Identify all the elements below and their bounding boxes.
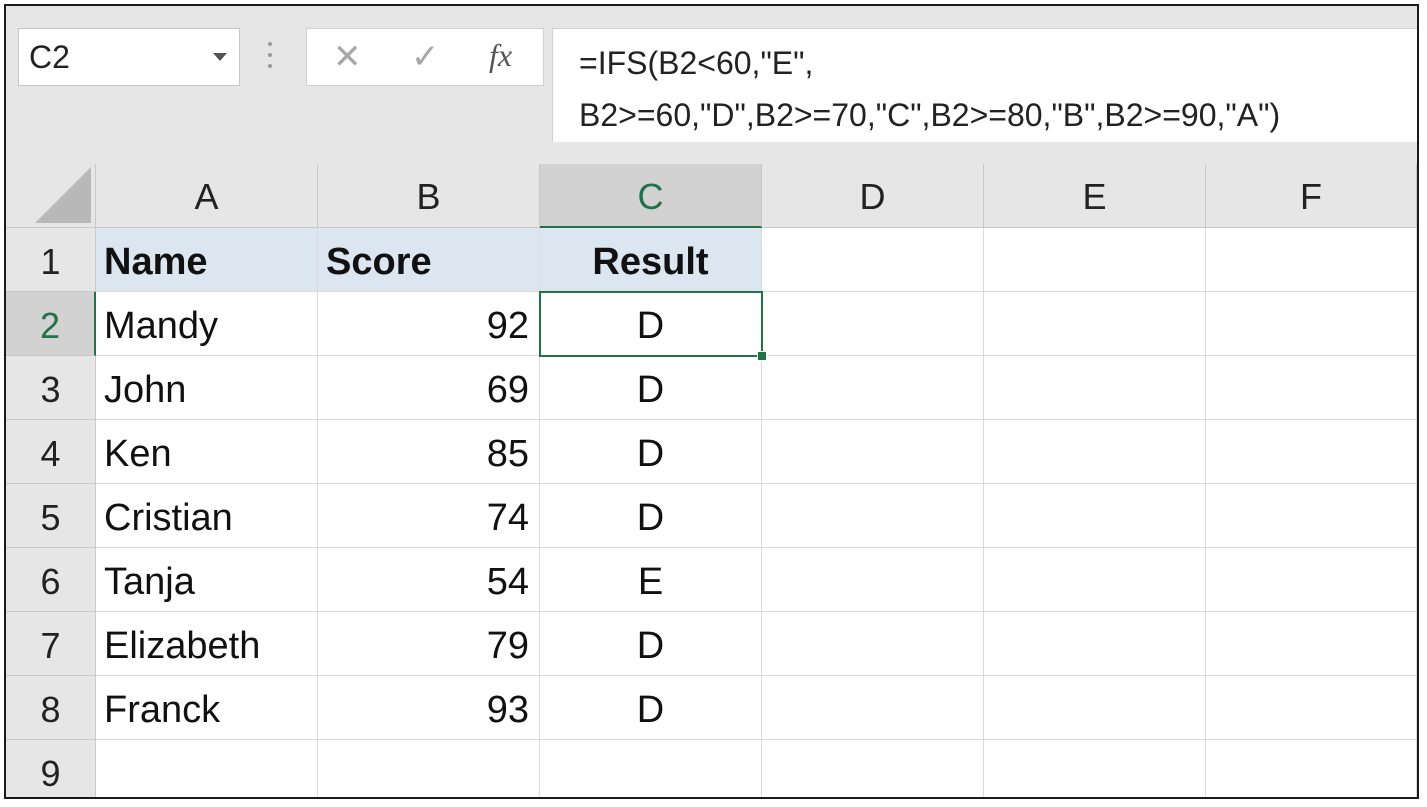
- select-all-icon: [35, 167, 91, 223]
- row-header-5[interactable]: 5: [6, 484, 96, 548]
- cell-f7[interactable]: [1206, 612, 1417, 676]
- row-header-2[interactable]: 2: [6, 292, 96, 356]
- cell-a5[interactable]: Cristian: [96, 484, 318, 548]
- cell-e8[interactable]: [984, 676, 1206, 740]
- cell-f3[interactable]: [1206, 356, 1417, 420]
- row-header-8[interactable]: 8: [6, 676, 96, 740]
- row-header-4[interactable]: 4: [6, 420, 96, 484]
- cell-c4[interactable]: D: [540, 420, 762, 484]
- cell-e7[interactable]: [984, 612, 1206, 676]
- cancel-icon[interactable]: ✕: [333, 37, 362, 77]
- cell-b9[interactable]: [318, 740, 540, 797]
- cell-b5[interactable]: 74: [318, 484, 540, 548]
- cell-f9[interactable]: [1206, 740, 1417, 797]
- formula-bar-area: C2 ✕ ✓ fx =IFS(B2<60,"E", B2>=60,"D",B2>…: [6, 6, 1417, 164]
- cell-b2[interactable]: 92: [318, 292, 540, 356]
- chevron-down-icon[interactable]: [213, 53, 227, 61]
- column-header-a[interactable]: A: [96, 164, 318, 228]
- cell-e5[interactable]: [984, 484, 1206, 548]
- cell-d7[interactable]: [762, 612, 984, 676]
- cell-c3[interactable]: D: [540, 356, 762, 420]
- cell-a2[interactable]: Mandy: [96, 292, 318, 356]
- cell-f2[interactable]: [1206, 292, 1417, 356]
- fill-handle[interactable]: [757, 351, 767, 361]
- cell-d5[interactable]: [762, 484, 984, 548]
- cell-e6[interactable]: [984, 548, 1206, 612]
- row-header-7[interactable]: 7: [6, 612, 96, 676]
- cell-c8[interactable]: D: [540, 676, 762, 740]
- cell-d1[interactable]: [762, 228, 984, 292]
- cell-b1[interactable]: Score: [318, 228, 540, 292]
- cell-d2[interactable]: [762, 292, 984, 356]
- spreadsheet-window: C2 ✕ ✓ fx =IFS(B2<60,"E", B2>=60,"D",B2>…: [4, 4, 1419, 799]
- cell-c1[interactable]: Result: [540, 228, 762, 292]
- cell-f5[interactable]: [1206, 484, 1417, 548]
- cell-d4[interactable]: [762, 420, 984, 484]
- formula-text-line-1: =IFS(B2<60,"E",: [579, 45, 814, 81]
- grip-icon[interactable]: [268, 42, 272, 72]
- cell-a4[interactable]: Ken: [96, 420, 318, 484]
- cell-b4[interactable]: 85: [318, 420, 540, 484]
- cell-b8[interactable]: 93: [318, 676, 540, 740]
- cell-e2[interactable]: [984, 292, 1206, 356]
- name-box[interactable]: C2: [18, 28, 240, 86]
- cell-b3[interactable]: 69: [318, 356, 540, 420]
- cell-a1[interactable]: Name: [96, 228, 318, 292]
- cell-d6[interactable]: [762, 548, 984, 612]
- row-header-3[interactable]: 3: [6, 356, 96, 420]
- cell-f4[interactable]: [1206, 420, 1417, 484]
- cell-b6[interactable]: 54: [318, 548, 540, 612]
- column-header-f[interactable]: F: [1206, 164, 1417, 228]
- select-all-button[interactable]: [6, 164, 96, 228]
- name-box-value: C2: [29, 39, 70, 75]
- enter-icon[interactable]: ✓: [411, 37, 440, 77]
- cell-c6[interactable]: E: [540, 548, 762, 612]
- formula-input[interactable]: =IFS(B2<60,"E", B2>=60,"D",B2>=70,"C",B2…: [552, 28, 1417, 142]
- column-header-e[interactable]: E: [984, 164, 1206, 228]
- row-header-9[interactable]: 9: [6, 740, 96, 797]
- cell-e9[interactable]: [984, 740, 1206, 797]
- formula-buttons: ✕ ✓ fx: [306, 28, 544, 86]
- column-header-c[interactable]: C: [540, 164, 762, 228]
- worksheet-grid: A B C D E F 1 Name Score Result 2 Mandy 92 D 3 John 69 D 4…: [6, 164, 1417, 797]
- formula-text-line-2: B2>=60,"D",B2>=70,"C",B2>=80,"B",B2>=90,…: [579, 97, 1281, 133]
- cell-d8[interactable]: [762, 676, 984, 740]
- cell-a6[interactable]: Tanja: [96, 548, 318, 612]
- cell-d9[interactable]: [762, 740, 984, 797]
- cell-a3[interactable]: John: [96, 356, 318, 420]
- cell-b7[interactable]: 79: [318, 612, 540, 676]
- cell-f6[interactable]: [1206, 548, 1417, 612]
- cell-e1[interactable]: [984, 228, 1206, 292]
- cell-d3[interactable]: [762, 356, 984, 420]
- cell-e3[interactable]: [984, 356, 1206, 420]
- row-header-6[interactable]: 6: [6, 548, 96, 612]
- cell-a7[interactable]: Elizabeth: [96, 612, 318, 676]
- cell-c7[interactable]: D: [540, 612, 762, 676]
- cell-c5[interactable]: D: [540, 484, 762, 548]
- column-header-b[interactable]: B: [318, 164, 540, 228]
- cell-c2[interactable]: D: [540, 292, 762, 356]
- cell-f1[interactable]: [1206, 228, 1417, 292]
- column-header-d[interactable]: D: [762, 164, 984, 228]
- insert-function-icon[interactable]: fx: [489, 37, 512, 74]
- cell-f8[interactable]: [1206, 676, 1417, 740]
- cell-a8[interactable]: Franck: [96, 676, 318, 740]
- cell-c9[interactable]: [540, 740, 762, 797]
- row-header-1[interactable]: 1: [6, 228, 96, 292]
- cell-e4[interactable]: [984, 420, 1206, 484]
- cell-a9[interactable]: [96, 740, 318, 797]
